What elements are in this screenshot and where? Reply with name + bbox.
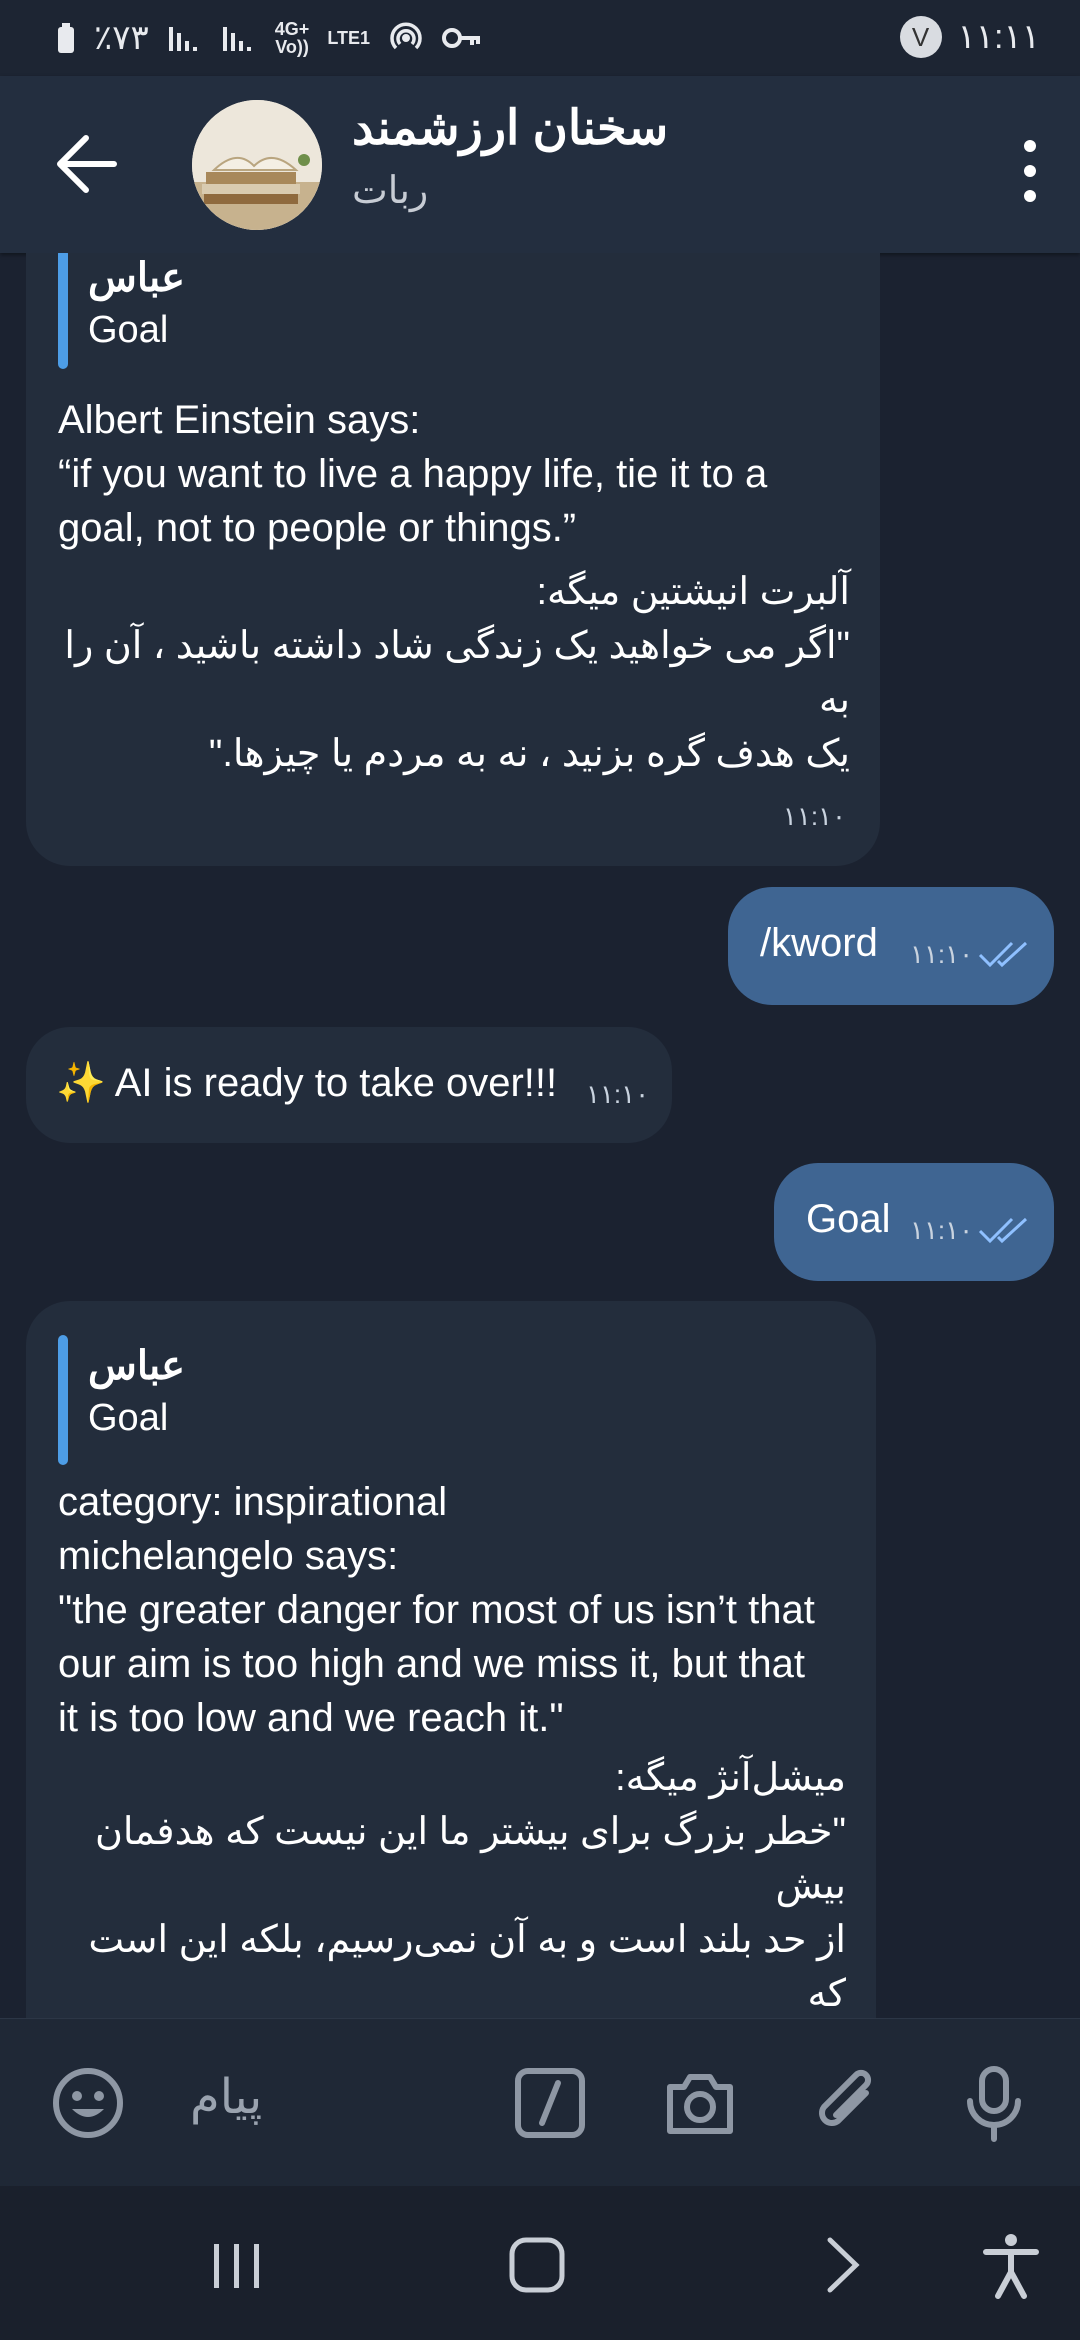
slash-command-icon[interactable] <box>510 2063 590 2143</box>
reply-preview: Goal <box>88 1397 169 1439</box>
network-type: 4G+ Vo)) <box>275 20 310 56</box>
reply-author: عباس <box>88 1344 185 1388</box>
double-check-icon <box>978 941 1028 968</box>
reply-bar <box>58 253 68 369</box>
reply-preview: Goal <box>88 309 169 351</box>
battery-level: ٪۷۳ <box>94 19 149 57</box>
incoming-message[interactable]: ✨ AI is ready to take over!!! ۱۱:۱۰ <box>26 1027 672 1143</box>
vpn-key-icon <box>442 28 480 48</box>
status-right: V ۱۱:۱۱ <box>899 16 1041 58</box>
message-time: ۱۱:۱۰ <box>910 1215 974 1245</box>
chat-header: سخنان ارزشمند ربات <box>0 76 1080 253</box>
double-check-icon <box>978 1217 1028 1244</box>
signal-icon-2 <box>222 27 251 51</box>
incoming-message[interactable]: عباس Goal Albert Einstein says: “if you … <box>26 253 880 866</box>
nav-back-icon[interactable] <box>806 2230 876 2300</box>
message-text-persian: آلبرت انیشتین میگه: "اگر می خواهید یک زن… <box>64 571 850 775</box>
message-time: ۱۱:۱۰ <box>910 939 974 969</box>
emoji-icon[interactable] <box>48 2063 128 2143</box>
more-vertical-icon[interactable] <box>1010 136 1050 206</box>
status-left: ٪۷۳ 4G+ Vo)) LTE1 <box>56 18 482 58</box>
network-top: 4G+ <box>274 19 310 39</box>
system-nav-bar <box>0 2186 1080 2340</box>
home-icon[interactable] <box>502 2230 572 2300</box>
outgoing-message[interactable]: Goal ۱۱:۱۰ <box>774 1163 1054 1281</box>
volte-bottom: LTE1 <box>327 28 370 48</box>
profile-badge: V <box>899 16 942 58</box>
signal-icon <box>168 27 197 51</box>
message-text: /kword <box>760 921 878 965</box>
outgoing-message[interactable]: /kword ۱۱:۱۰ <box>728 887 1054 1005</box>
network-bottom: Vo)) <box>275 37 309 57</box>
microphone-icon[interactable] <box>954 2063 1034 2143</box>
bot-avatar[interactable] <box>192 100 322 230</box>
message-text-persian: میشل‌آنژ میگه: "خطر بزرگ برای بیشتر ما ا… <box>88 1757 846 2015</box>
status-bar: ٪۷۳ 4G+ Vo)) LTE1 V ۱۱:۱۱ <box>0 0 1080 76</box>
incoming-message[interactable]: عباس Goal category: inspirational michel… <box>26 1301 876 2018</box>
reply-author: عباس <box>88 256 185 300</box>
message-text: Goal <box>806 1197 891 1241</box>
camera-icon[interactable] <box>660 2063 740 2143</box>
clock: ۱۱:۱۱ <box>957 18 1041 56</box>
message-text-english: category: inspirational michelangelo say… <box>58 1480 815 1740</box>
book-image <box>192 100 322 230</box>
message-input[interactable]: پیام <box>190 2069 262 2125</box>
hotspot-icon <box>390 22 422 50</box>
chat-subtitle: ربات <box>352 170 429 212</box>
battery-icon <box>58 23 74 53</box>
reply-bar <box>58 1335 68 1465</box>
message-time: ۱۱:۱۰ <box>586 1079 650 1109</box>
message-time: ۱۱:۱۰ <box>782 801 846 831</box>
paperclip-icon[interactable] <box>808 2063 888 2143</box>
accessibility-icon[interactable] <box>976 2230 1046 2300</box>
message-text: ✨ AI is ready to take over!!! <box>56 1061 558 1105</box>
message-text-english: Albert Einstein says: “if you want to li… <box>58 398 768 550</box>
arrow-left-icon[interactable] <box>52 128 132 200</box>
message-composer: پیام <box>0 2018 1080 2187</box>
message-list[interactable]: عباس Goal Albert Einstein says: “if you … <box>0 253 1080 2018</box>
chat-title: سخنان ارزشمند <box>352 102 669 155</box>
recent-apps-icon[interactable] <box>202 2230 272 2300</box>
volte-indicator: LTE1 <box>327 29 370 47</box>
